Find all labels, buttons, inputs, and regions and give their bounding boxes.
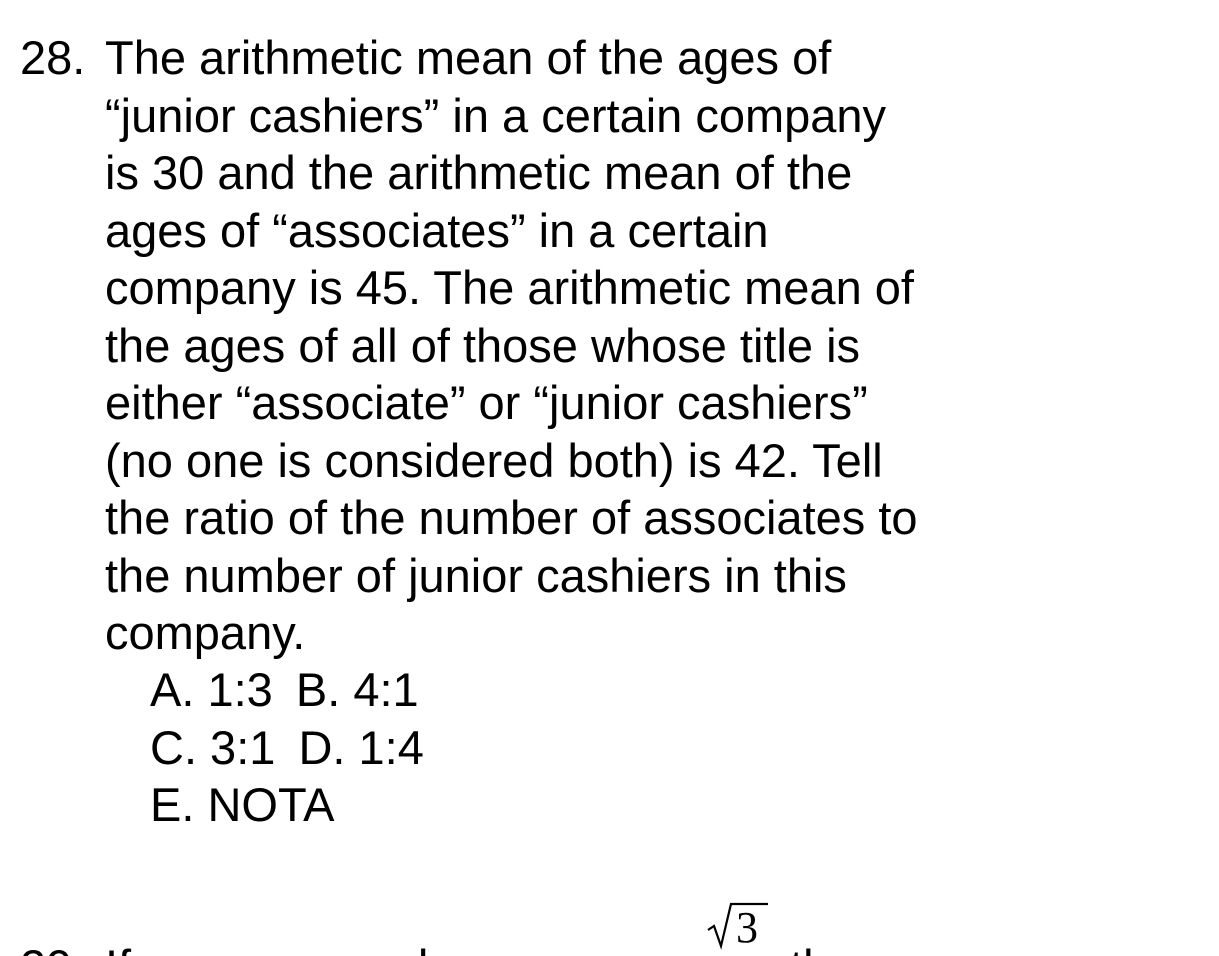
radical-sign: 3 [707, 902, 768, 952]
radicand: 3 [736, 903, 758, 952]
choice-a: A. 1:3 [150, 663, 273, 716]
statement-line: the ages of all of those whose title is [105, 318, 861, 372]
problem-number: 29. [20, 938, 85, 956]
statement-line: ages of “associates” in a certain [105, 203, 769, 257]
choice-row: A. 1:3 B. 4:1 [150, 661, 950, 719]
choice-e: E. NOTA [150, 778, 335, 831]
choice-b: B. 4:1 [295, 663, 419, 716]
then-word: then [790, 938, 881, 956]
statement-line: the number of junior cashiers in this [105, 548, 847, 602]
if-word: If [105, 938, 131, 956]
statement-line: company. [105, 606, 306, 659]
statement-line: is 30 and the arithmetic mean of the [105, 146, 853, 199]
statement-line: the ratio of the number of associates to [105, 491, 918, 544]
statement-line: company is 45. The arithmetic mean of [105, 261, 914, 314]
choice-c: C. 3:1 [150, 720, 276, 774]
problem-statement: The arithmetic mean of the ages of “juni… [105, 29, 1105, 662]
statement-line: (no one is considered both) is 42. Tell [105, 433, 883, 487]
problem-29-partial: 29. If and 3 then [20, 898, 1219, 956]
sqrt-expression: 3 [688, 898, 778, 956]
and-word: and [350, 938, 428, 956]
choice-row: C. 3:1 D. 1:4 [150, 719, 950, 777]
problem-number: 28. [20, 31, 86, 84]
answer-choices: A. 1:3 B. 4:1 C. 3:1 D. 1:4 E. NOTA [150, 661, 950, 834]
choice-row: E. NOTA [150, 776, 950, 834]
statement-line: either “associate” or “junior cashiers” [105, 376, 868, 429]
statement-line: The arithmetic mean of the ages of [105, 31, 832, 84]
choice-d: D. 1:4 [298, 720, 424, 774]
statement-line: “junior cashiers” in a certain company [105, 88, 887, 142]
page: 28. The arithmetic mean of the ages of “… [0, 0, 1219, 956]
